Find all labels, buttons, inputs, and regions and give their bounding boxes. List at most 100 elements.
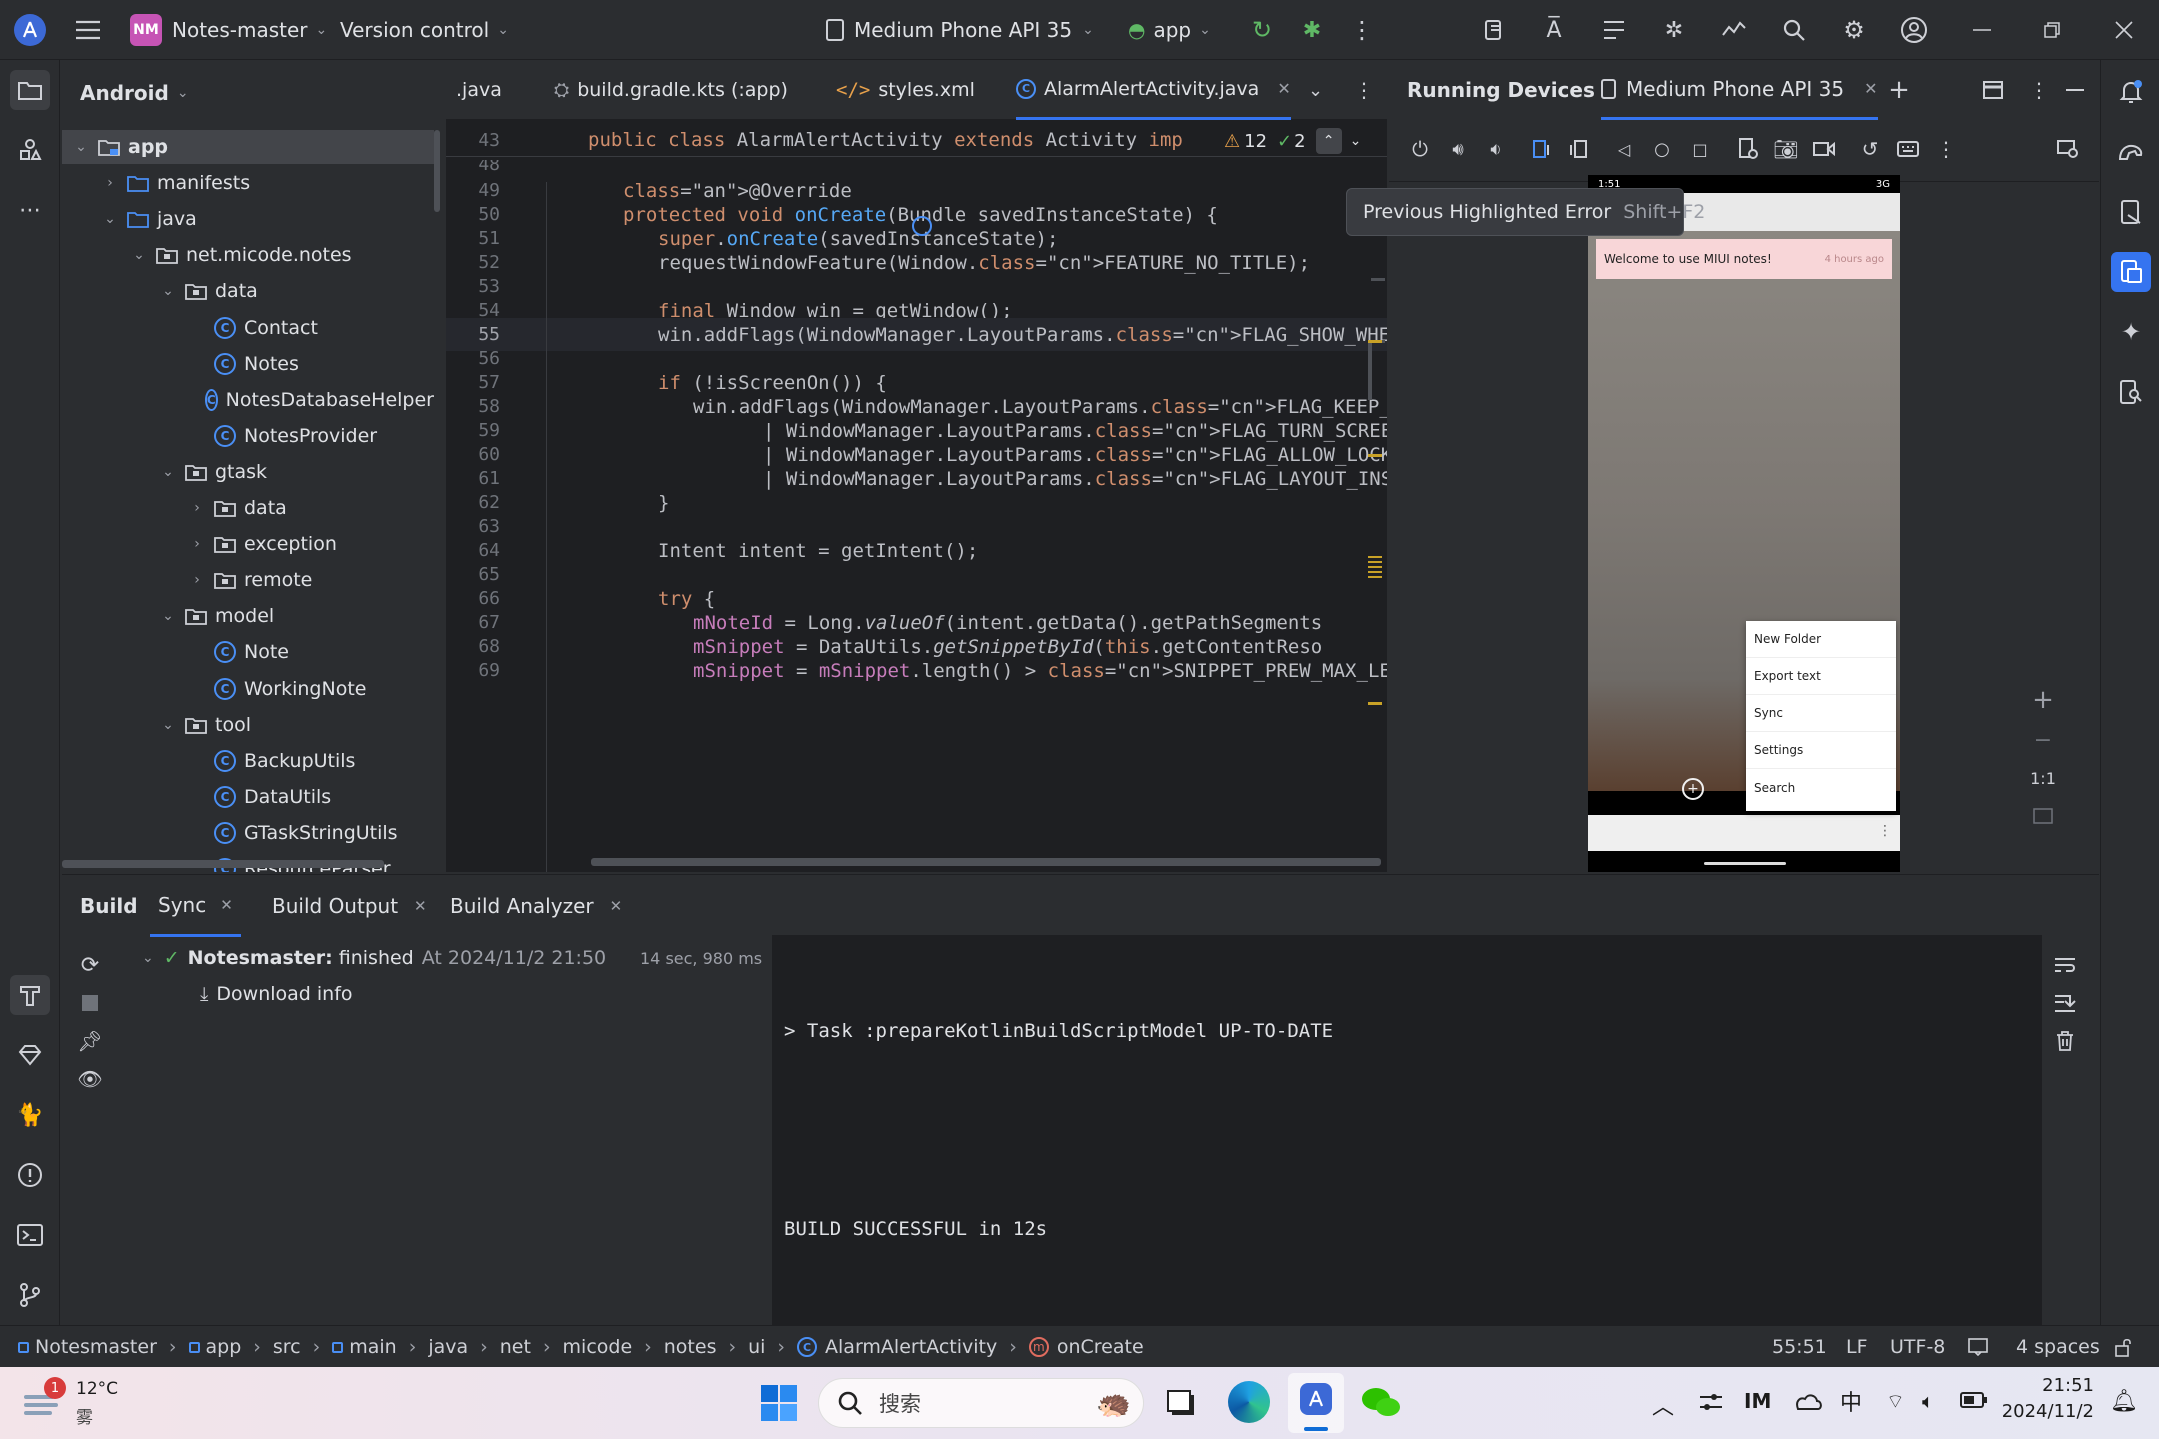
project-switcher[interactable]: NM Notes-master ⌄: [130, 14, 327, 46]
tab-java[interactable]: .java: [456, 60, 502, 120]
tree-item[interactable]: › manifests: [62, 166, 434, 200]
taskbar-time[interactable]: 21:51: [2008, 1375, 2094, 1396]
power-icon[interactable]: ⏻: [1407, 136, 1433, 162]
gear-icon[interactable]: ⚙: [1838, 14, 1870, 46]
onedrive-icon[interactable]: [1792, 1389, 1822, 1415]
resync-icon[interactable]: ⟳: [76, 951, 104, 979]
keyboard-icon[interactable]: [1895, 136, 1921, 162]
taskbar-date[interactable]: 2024/11/2: [2000, 1401, 2094, 1422]
tree-item[interactable]: C NotesDatabaseHelper: [62, 383, 434, 417]
zoom-actual-size[interactable]: 1:1: [2025, 764, 2061, 792]
gemini-sparkle-icon[interactable]: ✦: [2111, 312, 2151, 352]
caret-position[interactable]: 55:51: [1772, 1326, 1827, 1368]
chevron-right-icon[interactable]: ›: [101, 174, 119, 192]
problems-icon[interactable]: [10, 1155, 50, 1195]
volume-icon[interactable]: 🔈︎: [1922, 1389, 1934, 1413]
restore-window-icon[interactable]: [2036, 14, 2068, 46]
run-config-selector[interactable]: ◓ app ⌄: [1128, 14, 1211, 46]
task-view-icon[interactable]: [1164, 1385, 1200, 1421]
chevron-down-icon[interactable]: ⌄: [101, 210, 119, 228]
close-icon[interactable]: ✕: [220, 896, 233, 914]
back-icon[interactable]: ◁: [1611, 136, 1637, 162]
editor-scrollbar[interactable]: [1368, 340, 1372, 400]
tree-item[interactable]: › remote: [62, 563, 434, 597]
resource-manager-icon[interactable]: [10, 130, 50, 170]
lock-icon[interactable]: [2114, 1326, 2134, 1368]
weather-icon[interactable]: 1: [22, 1377, 68, 1423]
battery-icon[interactable]: [1960, 1391, 1988, 1409]
git-icon[interactable]: [10, 1275, 50, 1315]
tree-item[interactable]: › exception: [62, 527, 434, 561]
next-error-button[interactable]: ⌄: [1350, 133, 1362, 149]
build-variants-icon[interactable]: [1598, 14, 1630, 46]
project-view-selector[interactable]: Android ⌄: [80, 78, 189, 108]
chevron-down-icon[interactable]: ⌄: [159, 463, 177, 481]
tabs-dropdown-icon[interactable]: ⌄: [1308, 60, 1323, 120]
main-menu-icon[interactable]: [72, 14, 104, 46]
tabs-more-icon[interactable]: ⋮: [1354, 60, 1374, 120]
download-info-row[interactable]: ⤓ Download info: [200, 977, 353, 1011]
more-actions-icon[interactable]: ⋮: [1346, 14, 1378, 46]
terminal-icon[interactable]: [10, 1215, 50, 1255]
phone-screen[interactable]: 1:51 3G Welcome to use MIUI notes! 4 hou…: [1588, 175, 1900, 872]
version-control-menu[interactable]: Version control ⌄: [340, 14, 509, 46]
tab-styles-xml[interactable]: </> styles.xml: [836, 60, 975, 120]
tree-item[interactable]: C Note: [62, 635, 434, 669]
settings-toggle-icon[interactable]: [1698, 1389, 1724, 1415]
tree-item[interactable]: C Notes: [62, 347, 434, 381]
android-studio-taskbar-icon[interactable]: [1288, 1373, 1344, 1433]
breadcrumb-item[interactable]: net: [500, 1336, 531, 1358]
close-window-icon[interactable]: [2108, 14, 2140, 46]
breadcrumb-item[interactable]: main: [332, 1336, 397, 1358]
add-device-icon[interactable]: +: [1883, 74, 1915, 106]
tab-sync[interactable]: Sync ✕: [150, 875, 241, 937]
tree-item[interactable]: ⌄ model: [62, 599, 434, 633]
chevron-right-icon[interactable]: ›: [188, 571, 206, 589]
breadcrumb-item[interactable]: java: [428, 1336, 468, 1358]
breadcrumb-item[interactable]: m onCreate: [1028, 1336, 1144, 1358]
tab-build-analyzer[interactable]: Build Analyzer ✕: [450, 875, 622, 937]
breadcrumb-item[interactable]: app: [188, 1336, 241, 1358]
options-icon[interactable]: ⋮: [2025, 76, 2053, 104]
editor-hscrollbar[interactable]: [591, 858, 1381, 866]
weather-temp[interactable]: 12°C: [76, 1379, 118, 1399]
menu-item[interactable]: Export text: [1746, 658, 1896, 695]
more-tools-icon[interactable]: ⋯: [10, 190, 50, 230]
tree-item[interactable]: C GTaskStringUtils: [62, 816, 434, 850]
chevron-down-icon[interactable]: ⌄: [159, 607, 177, 625]
stop-icon[interactable]: [76, 989, 104, 1017]
eye-icon[interactable]: 👁︎: [76, 1065, 104, 1093]
chevron-down-icon[interactable]: ⌄: [130, 246, 148, 264]
breadcrumb-item[interactable]: micode: [563, 1336, 633, 1358]
account-icon[interactable]: [1898, 14, 1930, 46]
apply-changes-icon[interactable]: ↻: [1246, 14, 1278, 46]
hide-pane-icon[interactable]: [2061, 76, 2089, 104]
close-icon[interactable]: ✕: [610, 897, 623, 915]
menu-item[interactable]: Settings: [1746, 732, 1896, 769]
windows-start-icon[interactable]: [760, 1384, 798, 1422]
pin-icon[interactable]: 📌︎: [76, 1027, 104, 1055]
volume-down-icon[interactable]: 🔉︎: [1483, 136, 1509, 162]
chevron-right-icon[interactable]: ›: [188, 499, 206, 517]
project-tool-icon[interactable]: [10, 70, 50, 110]
ime-language[interactable]: 中: [1840, 1385, 1862, 1417]
device-tab[interactable]: Medium Phone API 35 ✕: [1601, 60, 1878, 120]
phone-more-icon[interactable]: ⋮: [1878, 823, 1892, 839]
device-manager-icon[interactable]: [1478, 14, 1510, 46]
tab-build-output[interactable]: Build Output ✕: [272, 875, 427, 937]
breadcrumb-item[interactable]: src: [273, 1336, 301, 1358]
menu-item[interactable]: Search: [1746, 769, 1896, 806]
gem-icon[interactable]: [10, 1035, 50, 1075]
edge-browser-icon[interactable]: [1228, 1381, 1270, 1423]
debug-icon[interactable]: ✱: [1296, 14, 1328, 46]
zoom-out-icon[interactable]: −: [2029, 726, 2057, 754]
snapshot-icon[interactable]: ↺: [1857, 136, 1883, 162]
code-line[interactable]: 69 mSnippet = mSnippet.length() > class="…: [446, 654, 1387, 687]
chevron-down-icon[interactable]: ⌄: [72, 138, 90, 156]
build-console[interactable]: > Task :prepareKotlinBuildScriptModel UP…: [772, 935, 2042, 1326]
override-gutter-icon[interactable]: [912, 216, 932, 236]
tree-item[interactable]: C BackupUtils: [62, 744, 434, 778]
tab-build-gradle[interactable]: ⛭ build.gradle.kts (:app): [554, 60, 788, 120]
menu-item[interactable]: Sync: [1746, 695, 1896, 732]
tree-item[interactable]: ⌄ net.micode.notes: [62, 238, 434, 272]
